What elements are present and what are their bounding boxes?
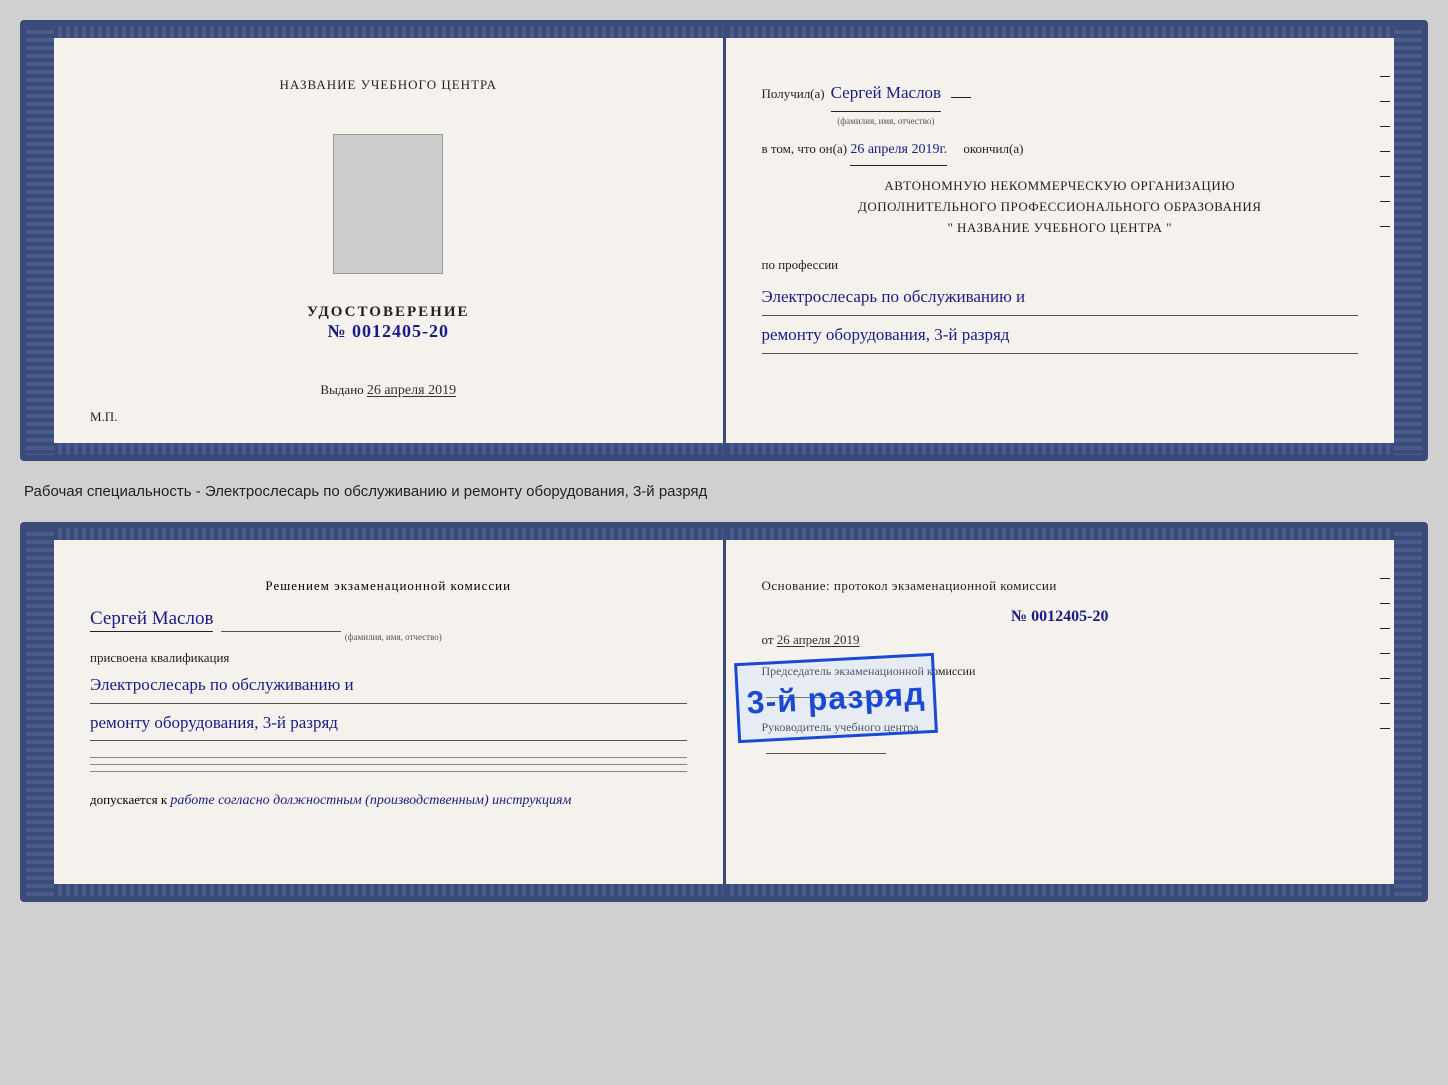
- vtom-date: 26 апреля 2019г.: [850, 136, 947, 166]
- prisvoena-label: присвоена квалификация: [90, 650, 687, 666]
- side-dash: [1380, 603, 1390, 604]
- stamp-line1: 3-й: [745, 682, 798, 721]
- side-dashes-1: [1380, 76, 1394, 227]
- dopuskaetsya-block: допускается к работе согласно должностны…: [90, 792, 687, 809]
- side-dash: [1380, 226, 1390, 227]
- side-dash: [1380, 126, 1390, 127]
- side-dash: [1380, 703, 1390, 704]
- side-dash: [1380, 151, 1390, 152]
- vtom-row: в том, что он(а) 26 апреля 2019г. окончи…: [762, 136, 1359, 166]
- poluchil-label: Получил(а): [762, 81, 825, 107]
- vydano-date: 26 апреля 2019: [367, 383, 456, 398]
- card2-right-panel: Основание: протокол экзаменационной коми…: [726, 528, 1395, 896]
- dash-1: [951, 97, 971, 98]
- side-dash: [1380, 201, 1390, 202]
- card1-left-panel: НАЗВАНИЕ УЧЕБНОГО ЦЕНТРА УДОСТОВЕРЕНИЕ №…: [54, 26, 726, 455]
- signature-line-1: [221, 631, 341, 632]
- side-dash: [1380, 578, 1390, 579]
- doc-number-2: № 0012405-20: [762, 608, 1359, 626]
- udostoverenie-block: УДОСТОВЕРЕНИЕ № 0012405-20: [307, 304, 470, 342]
- card2-left-panel: Решением экзаменационной комиссии Сергей…: [54, 528, 726, 896]
- doc-number-value-1: 0012405-20: [352, 321, 449, 341]
- po-professii-block: по профессии Электрослесарь по обслужива…: [762, 252, 1359, 353]
- avt-line3: " НАЗВАНИЕ УЧЕБНОГО ЦЕНТРА ": [762, 218, 1359, 239]
- photo-placeholder: [333, 134, 443, 274]
- dopuskaetsya-text: работе согласно должностным (производств…: [170, 793, 571, 808]
- doc-number-prefix-2: №: [1011, 608, 1027, 625]
- poluchil-row: Получил(а) Сергей Маслов (фамилия, имя, …: [762, 76, 1359, 130]
- avt-line1: АВТОНОМНУЮ НЕКОММЕРЧЕСКУЮ ОРГАНИЗАЦИЮ: [762, 176, 1359, 197]
- person-name-card1: Сергей Маслов: [831, 76, 941, 112]
- doc-number-1: № 0012405-20: [307, 321, 470, 342]
- profession-block-2: Электрослесарь по обслуживанию и ремонту…: [90, 670, 687, 741]
- ot-label: от: [762, 632, 774, 647]
- stamp-line2: разряд: [806, 675, 925, 717]
- side-dash: [1380, 628, 1390, 629]
- page-container: НАЗВАНИЕ УЧЕБНОГО ЦЕНТРА УДОСТОВЕРЕНИЕ №…: [20, 20, 1428, 902]
- side-dash: [1380, 728, 1390, 729]
- okochil-label: окончил(а): [963, 141, 1023, 156]
- side-dash: [1380, 176, 1390, 177]
- between-text: Рабочая специальность - Электрослесарь п…: [20, 479, 1428, 504]
- person-name-card2: Сергей Маслов: [90, 608, 213, 632]
- person-name-block-2: Сергей Маслов (фамилия, имя, отчество): [90, 608, 687, 642]
- ot-date-value: 26 апреля 2019: [777, 632, 860, 647]
- fio-hint-1: (фамилия, имя, отчество): [831, 112, 941, 130]
- profession-line1-card2: Электрослесарь по обслуживанию и: [90, 670, 687, 704]
- rukovoditel-signature: [766, 753, 886, 754]
- side-dash: [1380, 653, 1390, 654]
- vydano-label: Выдано: [320, 382, 363, 397]
- side-dashes-2: [1380, 578, 1394, 729]
- vydano-line: Выдано 26 апреля 2019: [320, 382, 456, 399]
- side-dash: [1380, 101, 1390, 102]
- profession-line2-card1: ремонту оборудования, 3-й разряд: [762, 320, 1359, 354]
- card1: НАЗВАНИЕ УЧЕБНОГО ЦЕНТРА УДОСТОВЕРЕНИЕ №…: [20, 20, 1428, 461]
- resheniem-label: Решением экзаменационной комиссии: [90, 578, 687, 594]
- udostoverenie-label: УДОСТОВЕРЕНИЕ: [307, 304, 470, 321]
- stamp: 3-й разряд: [734, 653, 938, 743]
- profession-line2-card2: ремонту оборудования, 3-й разряд: [90, 708, 687, 742]
- stamp-text: 3-й разряд: [745, 675, 925, 721]
- side-dash: [1380, 678, 1390, 679]
- side-dash: [1380, 76, 1390, 77]
- vtom-label: в том, что он(а): [762, 141, 848, 156]
- ot-date: от 26 апреля 2019: [762, 632, 1359, 648]
- doc-number-prefix-1: №: [327, 321, 346, 341]
- card2: Решением экзаменационной комиссии Сергей…: [20, 522, 1428, 902]
- po-professii-label: по профессии: [762, 252, 1359, 278]
- mp-label: М.П.: [90, 409, 117, 425]
- fio-hint-2: (фамилия, имя, отчество): [100, 632, 687, 642]
- card1-center-title: НАЗВАНИЕ УЧЕБНОГО ЦЕНТРА: [280, 76, 497, 94]
- profession-line1-card1: Электрослесарь по обслуживанию и: [762, 282, 1359, 316]
- card1-right-panel: Получил(а) Сергей Маслов (фамилия, имя, …: [726, 26, 1395, 455]
- dopuskaetsya-label: допускается к: [90, 792, 167, 807]
- avt-block: АВТОНОМНУЮ НЕКОММЕРЧЕСКУЮ ОРГАНИЗАЦИЮ ДО…: [762, 176, 1359, 238]
- avt-line2: ДОПОЛНИТЕЛЬНОГО ПРОФЕССИОНАЛЬНОГО ОБРАЗО…: [762, 197, 1359, 218]
- osnovanie-label: Основание: протокол экзаменационной коми…: [762, 578, 1359, 594]
- doc-number-value-2: 0012405-20: [1031, 608, 1108, 625]
